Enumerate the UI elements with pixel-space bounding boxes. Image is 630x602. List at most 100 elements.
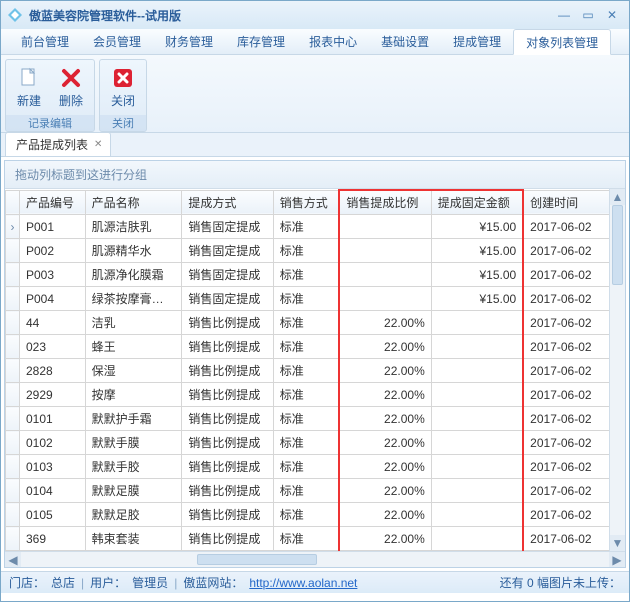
table-cell[interactable]: 标准 (273, 503, 339, 527)
table-cell[interactable]: 2017-06-02 (523, 383, 609, 407)
table-cell[interactable]: 0105 (19, 503, 85, 527)
scroll-track[interactable] (610, 205, 625, 535)
table-cell[interactable]: 2828 (19, 359, 85, 383)
table-cell[interactable]: 销售比例提成 (182, 455, 273, 479)
table-cell[interactable]: 标准 (273, 335, 339, 359)
scroll-down-icon[interactable]: ▼ (610, 535, 625, 551)
table-cell[interactable]: 0104 (19, 479, 85, 503)
table-cell[interactable] (431, 455, 523, 479)
table-cell[interactable]: 默默护手霜 (85, 407, 182, 431)
table-row[interactable]: A00001绿色芭蒂茶…销售比例提成标准22.00%2017-06-022017… (6, 551, 626, 552)
table-cell[interactable]: 2017-06-02 (523, 503, 609, 527)
table-cell[interactable]: 销售固定提成 (182, 287, 273, 311)
table-cell[interactable]: 保湿 (85, 359, 182, 383)
table-cell[interactable]: 22.00% (339, 431, 431, 455)
minimize-button[interactable]: — (553, 6, 575, 24)
table-cell[interactable]: 标准 (273, 479, 339, 503)
table-cell[interactable]: P001 (19, 215, 85, 239)
table-cell[interactable]: 0102 (19, 431, 85, 455)
menu-item[interactable]: 库存管理 (225, 29, 297, 54)
table-cell[interactable]: 标准 (273, 287, 339, 311)
table-cell[interactable]: 销售比例提成 (182, 527, 273, 551)
table-cell[interactable]: 标准 (273, 263, 339, 287)
table-cell[interactable]: A00001 (19, 551, 85, 552)
hscroll-track[interactable] (21, 552, 609, 567)
table-cell[interactable]: 绿茶按摩膏… (85, 287, 182, 311)
table-cell[interactable] (339, 263, 431, 287)
column-header[interactable]: 提成方式 (182, 190, 273, 215)
column-header[interactable]: 销售方式 (273, 190, 339, 215)
scroll-left-icon[interactable]: ◀ (5, 552, 21, 567)
table-cell[interactable]: 标准 (273, 551, 339, 552)
table-row[interactable]: 0103默默手胶销售比例提成标准22.00%2017-06-022017-06-… (6, 455, 626, 479)
table-cell[interactable] (339, 287, 431, 311)
table-cell[interactable]: 销售比例提成 (182, 551, 273, 552)
table-cell[interactable]: 22.00% (339, 551, 431, 552)
table-row[interactable]: ›P001肌源洁肤乳销售固定提成标准¥15.002017-06-022017-0… (6, 215, 626, 239)
table-row[interactable]: 369韩束套装销售比例提成标准22.00%2017-06-022017-06-0 (6, 527, 626, 551)
table-cell[interactable] (431, 503, 523, 527)
table-cell[interactable]: 2017-06-02 (523, 335, 609, 359)
table-cell[interactable]: 2017-06-02 (523, 431, 609, 455)
table-row[interactable]: 44洁乳销售比例提成标准22.00%2017-06-022017-06-0 (6, 311, 626, 335)
table-cell[interactable]: 标准 (273, 431, 339, 455)
grid-scroll-area[interactable]: 产品编号产品名称提成方式销售方式销售提成比例提成固定金额创建时间修改时间›P00… (5, 189, 625, 551)
table-row[interactable]: 2828保湿销售比例提成标准22.00%2017-06-022017-06-0 (6, 359, 626, 383)
table-cell[interactable]: 44 (19, 311, 85, 335)
table-cell[interactable]: 按摩 (85, 383, 182, 407)
table-cell[interactable]: 0103 (19, 455, 85, 479)
menu-item[interactable]: 前台管理 (9, 29, 81, 54)
table-cell[interactable] (431, 383, 523, 407)
table-cell[interactable]: 22.00% (339, 527, 431, 551)
table-cell[interactable]: 销售比例提成 (182, 359, 273, 383)
menu-item[interactable]: 会员管理 (81, 29, 153, 54)
table-cell[interactable]: 22.00% (339, 479, 431, 503)
table-cell[interactable]: 标准 (273, 215, 339, 239)
table-cell[interactable]: 默默手膜 (85, 431, 182, 455)
table-cell[interactable]: 蜂王 (85, 335, 182, 359)
table-cell[interactable] (431, 431, 523, 455)
scroll-up-icon[interactable]: ▲ (610, 189, 625, 205)
table-cell[interactable]: P003 (19, 263, 85, 287)
table-cell[interactable]: 2017-06-02 (523, 455, 609, 479)
table-cell[interactable]: 销售比例提成 (182, 311, 273, 335)
column-header[interactable]: 产品名称 (85, 190, 182, 215)
table-cell[interactable]: 0101 (19, 407, 85, 431)
table-cell[interactable] (431, 311, 523, 335)
table-cell[interactable]: ¥15.00 (431, 239, 523, 263)
table-cell[interactable]: 销售固定提成 (182, 239, 273, 263)
table-cell[interactable]: ¥15.00 (431, 215, 523, 239)
table-cell[interactable]: 22.00% (339, 311, 431, 335)
table-cell[interactable]: 2017-06-02 (523, 215, 609, 239)
doc-tab-close-icon[interactable]: ✕ (94, 139, 102, 150)
table-cell[interactable]: 标准 (273, 383, 339, 407)
table-cell[interactable]: 标准 (273, 455, 339, 479)
menu-item[interactable]: 提成管理 (441, 29, 513, 54)
table-cell[interactable]: 22.00% (339, 407, 431, 431)
table-cell[interactable]: 2017-06-02 (523, 239, 609, 263)
table-cell[interactable] (431, 551, 523, 552)
table-cell[interactable]: 22.00% (339, 335, 431, 359)
table-cell[interactable]: 销售比例提成 (182, 383, 273, 407)
table-row[interactable]: 0101默默护手霜销售比例提成标准22.00%2017-06-022017-06… (6, 407, 626, 431)
table-cell[interactable]: 默默手胶 (85, 455, 182, 479)
table-cell[interactable]: 标准 (273, 311, 339, 335)
table-cell[interactable]: 2017-06-02 (523, 407, 609, 431)
table-cell[interactable]: 标准 (273, 359, 339, 383)
table-cell[interactable] (431, 359, 523, 383)
hscroll-thumb[interactable] (197, 554, 317, 565)
table-cell[interactable]: 标准 (273, 407, 339, 431)
table-cell[interactable]: 销售比例提成 (182, 503, 273, 527)
table-row[interactable]: P003肌源净化膜霜销售固定提成标准¥15.002017-06-022017-0… (6, 263, 626, 287)
table-cell[interactable] (431, 527, 523, 551)
table-row[interactable]: 2929按摩销售比例提成标准22.00%2017-06-022017-06-0 (6, 383, 626, 407)
table-cell[interactable]: 369 (19, 527, 85, 551)
table-cell[interactable]: 22.00% (339, 383, 431, 407)
doc-tab-product-commission[interactable]: 产品提成列表 ✕ (5, 132, 111, 156)
vertical-scrollbar[interactable]: ▲ ▼ (609, 189, 625, 551)
table-cell[interactable]: 2017-06-02 (523, 359, 609, 383)
delete-button[interactable]: 删除 (51, 63, 91, 112)
table-cell[interactable]: 销售固定提成 (182, 263, 273, 287)
table-cell[interactable]: 默默足胶 (85, 503, 182, 527)
table-cell[interactable]: 销售比例提成 (182, 431, 273, 455)
